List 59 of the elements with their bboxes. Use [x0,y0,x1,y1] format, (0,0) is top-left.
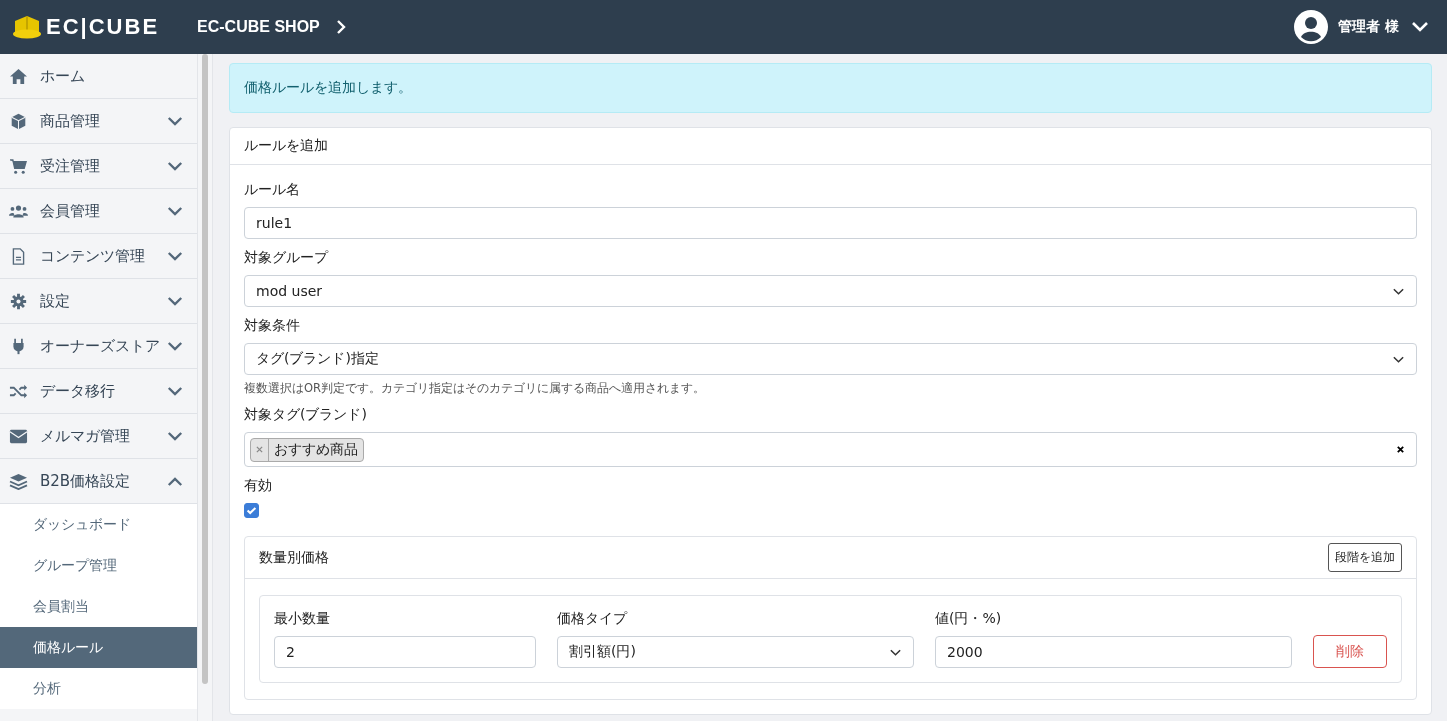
column-label: 値(円・%) [935,610,1003,628]
scrollbar-thumb[interactable] [202,54,208,684]
add-tier-button[interactable]: 段階を追加 [1328,543,1402,572]
chevron-down-icon [167,295,183,307]
help-text: 複数選択はOR判定です。カテゴリ指定はそのカテゴリに属する商品へ適用されます。 [244,381,707,396]
chevron-down-icon [889,647,902,657]
tag-select-field[interactable]: おすすめ商品 [244,432,1417,467]
chevron-down-icon [167,160,183,172]
cube-icon [9,112,28,130]
chevron-down-icon [167,115,183,127]
chevron-down-icon [167,385,183,397]
select-field[interactable]: 割引額(円) [557,636,914,668]
cart-icon [9,157,28,175]
select-field[interactable]: mod user [244,275,1417,307]
shuffle-icon [9,382,28,400]
chevron-down-icon [1392,354,1405,364]
nav-subitem[interactable]: 分析 [0,668,197,709]
select-field[interactable]: タグ(ブランド)指定 [244,343,1417,375]
chevron-down-icon [167,205,183,217]
layers-icon [9,472,28,490]
nav-subitem[interactable]: ダッシュボード [0,504,197,545]
remove-tag-icon[interactable] [256,446,263,453]
user-name[interactable]: 管理者 様 [1338,18,1399,36]
info-alert: 価格ルールを追加します。 [229,63,1432,113]
logo-text: EC|CUBE [46,14,160,40]
shop-name[interactable]: EC-CUBE SHOP [197,18,320,36]
check-icon [245,504,258,517]
card-title: ルールを追加 [230,128,1431,165]
user-avatar-icon[interactable] [1294,10,1329,44]
chevron-down-icon [167,430,183,442]
nav-subitem[interactable]: 会員割当 [0,586,197,627]
field-label: 有効 [244,477,273,495]
nav-subitem[interactable]: グループ管理 [0,545,197,586]
tag-chip: おすすめ商品 [250,437,364,462]
chevron-down-icon [167,340,183,352]
column-label: 価格タイプ [557,610,629,628]
text-field[interactable]: rule1 [244,207,1417,239]
cube-logo-icon [12,15,42,39]
home-icon [9,67,28,85]
value-field[interactable]: 2000 [935,636,1292,668]
field-label: 対象グループ [244,249,330,267]
column-label: 最小数量 [274,610,331,628]
chevron-up-icon [167,475,183,487]
chevron-down-icon [167,250,183,262]
field-label: ルール名 [244,181,301,199]
settings-icon [9,292,28,310]
chevron-down-icon[interactable] [1411,21,1429,33]
clear-icon[interactable] [1396,445,1405,454]
field-label: 対象タグ(ブランド) [244,406,368,424]
envelope-icon [9,427,28,445]
users-icon [9,202,28,220]
quantity-field[interactable]: 2 [274,636,536,668]
chevron-down-icon [1392,286,1405,296]
checkbox[interactable] [244,503,259,518]
field-label: 対象条件 [244,317,301,335]
nav-subitem[interactable]: 価格ルール [0,627,197,668]
panel-title: 数量別価格 [259,548,329,567]
delete-button[interactable]: 削除 [1313,635,1387,668]
chevron-right-icon[interactable] [335,19,346,35]
